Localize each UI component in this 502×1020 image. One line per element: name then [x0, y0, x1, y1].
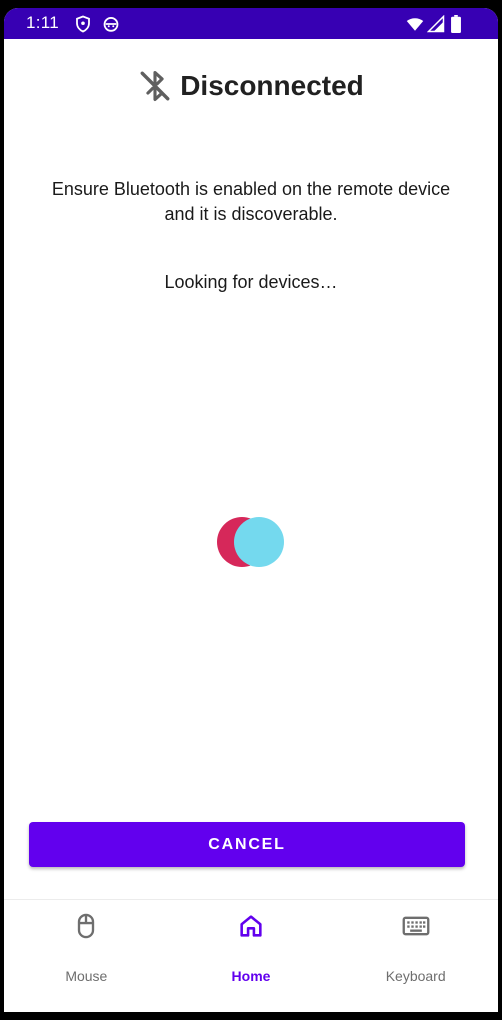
- status-time: 1:11: [26, 13, 60, 32]
- android-face-icon: [103, 17, 119, 32]
- nav-item-keyboard[interactable]: Keyboard: [333, 900, 498, 995]
- home-icon: [240, 915, 262, 937]
- connection-header: Disconnected: [4, 66, 498, 106]
- nav-label-keyboard: Keyboard: [385, 968, 446, 984]
- bluetooth-disabled-icon: [140, 70, 170, 102]
- nav-label-mouse: Mouse: [65, 968, 108, 984]
- instructions-text: Ensure Bluetooth is enabled on the remot…: [51, 179, 451, 224]
- page-title: Disconnected: [180, 70, 364, 101]
- cancel-button[interactable]: CANCEL: [29, 822, 465, 867]
- keyboard-icon: [402, 916, 430, 936]
- search-status-text: Looking for devices…: [164, 272, 338, 292]
- loading-spinner: [214, 516, 284, 568]
- battery-icon: [451, 15, 461, 33]
- shield-icon: [76, 15, 90, 33]
- wifi-icon: [406, 18, 424, 31]
- bottom-navigation: Mouse Home Keyboard: [4, 899, 498, 995]
- nav-item-home[interactable]: Home: [169, 900, 334, 995]
- nav-label-home: Home: [231, 968, 271, 984]
- mouse-icon: [78, 913, 95, 939]
- app-screen: 1:11 Disconnected Ensure Bluetooth is en…: [4, 8, 498, 1012]
- gesture-navigation-bar[interactable]: [178, 998, 316, 1003]
- nav-item-mouse[interactable]: Mouse: [4, 900, 169, 995]
- cell-signal-icon: [427, 15, 445, 33]
- spinner-dot-cyan: [234, 517, 284, 567]
- status-bar: 1:11: [4, 8, 498, 39]
